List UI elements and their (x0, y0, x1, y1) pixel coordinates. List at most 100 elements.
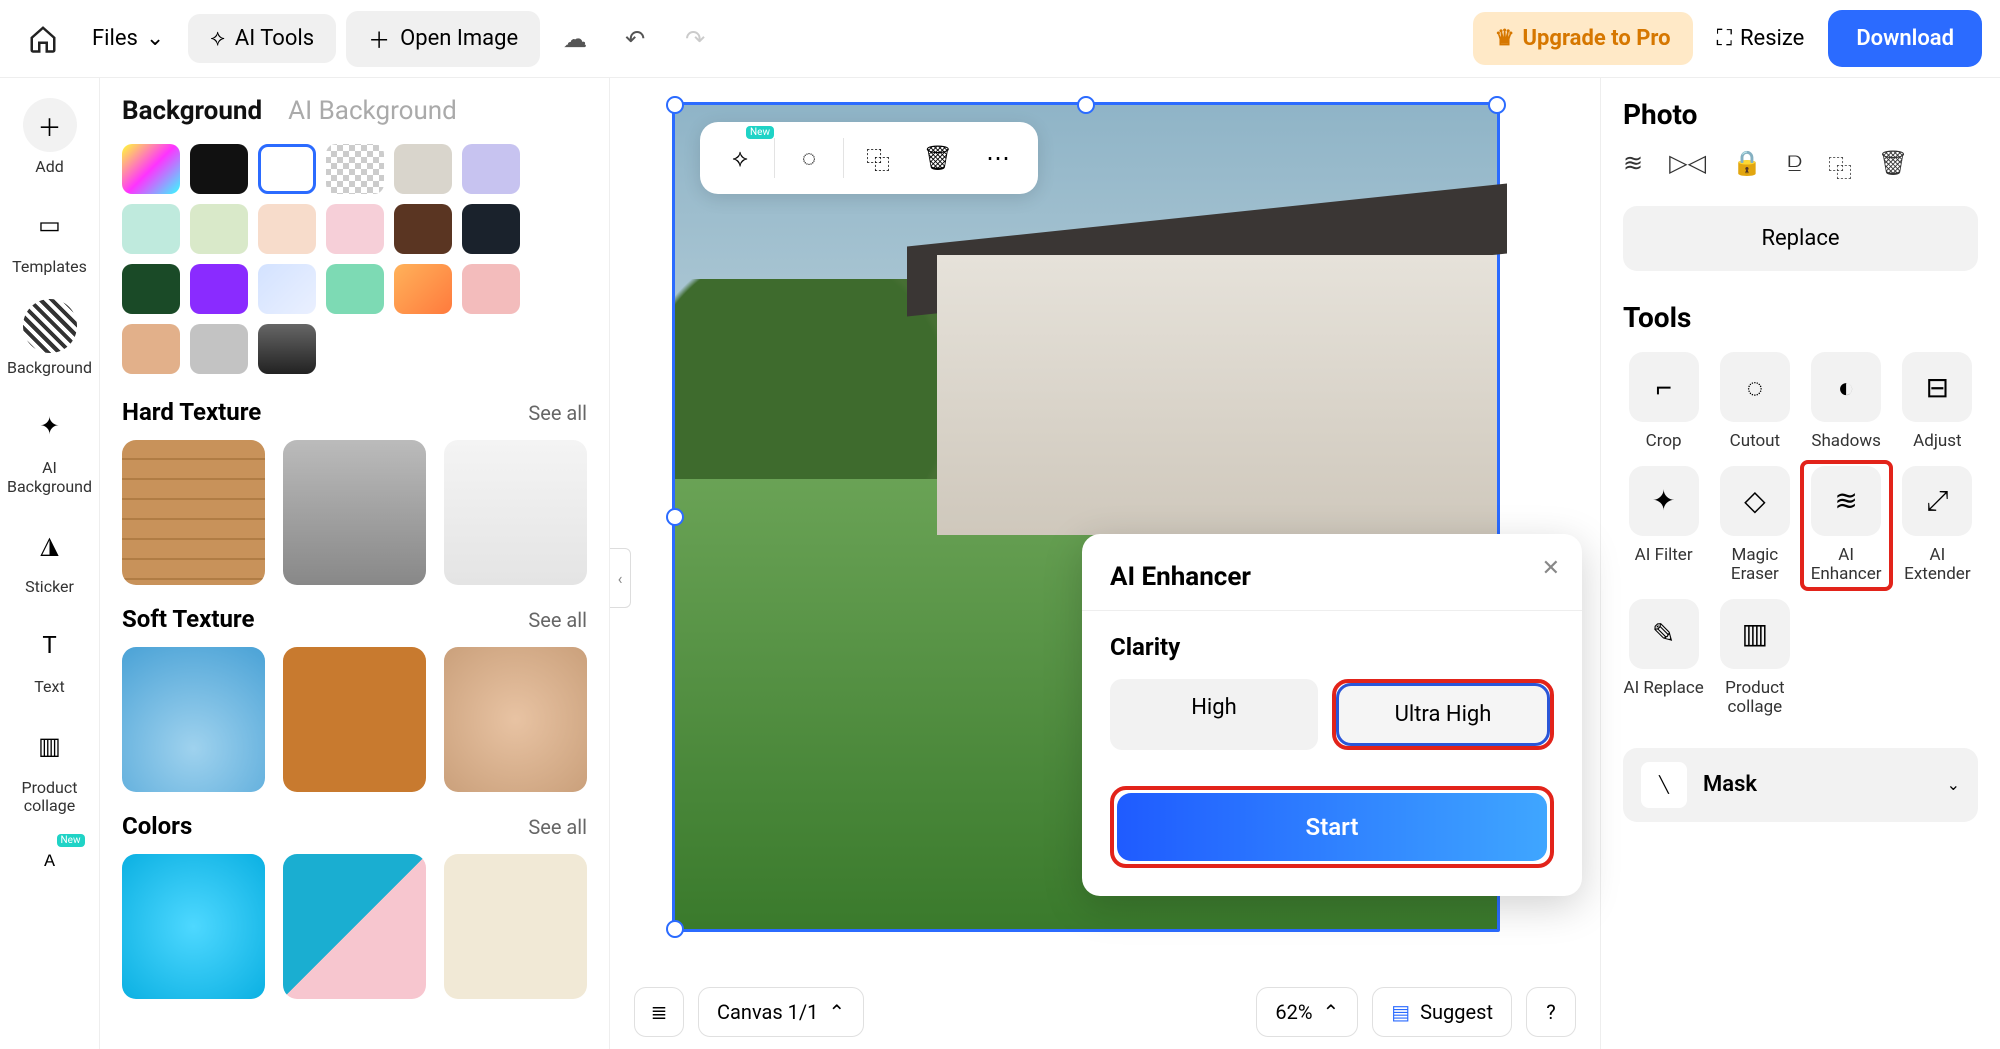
texture-water[interactable] (122, 647, 265, 792)
color-swatch[interactable] (122, 324, 180, 374)
undo-button[interactable]: ↶ (610, 14, 660, 64)
color-swatch[interactable] (326, 264, 384, 314)
color-swatch[interactable] (462, 144, 520, 194)
ai-tools-button[interactable]: ⟡ AI Tools (188, 14, 336, 63)
see-all-colors[interactable]: See all (528, 815, 587, 839)
suggest-button[interactable]: ▤ Suggest (1372, 987, 1512, 1037)
start-button[interactable]: Start (1117, 793, 1547, 861)
nav-add[interactable]: ＋ Add (5, 88, 95, 186)
upgrade-button[interactable]: ♛ Upgrade to Pro (1473, 12, 1693, 65)
tool-magic-eraser[interactable]: ◇Magic Eraser (1714, 466, 1795, 585)
color-swatch[interactable] (326, 144, 384, 194)
files-label: Files (92, 26, 138, 51)
help-button[interactable]: ? (1526, 987, 1576, 1037)
tool-crop[interactable]: ⌐Crop (1623, 352, 1704, 452)
duplicate-icon[interactable]: ⿻ (1828, 149, 1852, 184)
handle-tr[interactable] (1488, 96, 1506, 114)
color-swatch[interactable] (122, 264, 180, 314)
tool-ai-enhancer[interactable]: ≋AI Enhancer (1802, 462, 1891, 589)
tool-adjust[interactable]: ⊟Adjust (1897, 352, 1978, 452)
panel-collapse-toggle[interactable]: ‹ (610, 548, 631, 608)
texture-concrete[interactable] (283, 440, 426, 585)
texture-marble[interactable] (444, 440, 587, 585)
toolbar-cutout-button[interactable]: ◌ (783, 132, 835, 184)
nav-templates[interactable]: ▭ Templates (5, 188, 95, 286)
tool-shadows[interactable]: ◐Shadows (1806, 352, 1887, 452)
trash-icon[interactable]: 🗑 (1878, 149, 1908, 184)
toolbar-delete-button[interactable]: 🗑 (912, 132, 964, 184)
clarity-ultra-high[interactable]: Ultra High (1339, 686, 1547, 743)
tool-product-collage[interactable]: ▥Product collage (1714, 599, 1795, 718)
texture-silk[interactable] (444, 647, 587, 792)
nav-ai-text[interactable]: ᴬ New (5, 828, 95, 902)
see-all-soft[interactable]: See all (528, 608, 587, 632)
tools-heading: Tools (1623, 301, 1978, 334)
tool-cutout[interactable]: ◌Cutout (1714, 352, 1795, 452)
toolbar-duplicate-button[interactable]: ⿻ (852, 132, 904, 184)
layers-button[interactable]: ≣ (634, 987, 684, 1037)
redo-button[interactable]: ↷ (670, 14, 720, 64)
nav-background[interactable]: Background (5, 289, 95, 387)
download-button[interactable]: Download (1828, 10, 1982, 67)
color-swatch[interactable] (326, 204, 384, 254)
nav-product-collage[interactable]: ▥ Product collage (5, 709, 95, 826)
handle-tm[interactable] (1077, 96, 1095, 114)
tool-ai-replace[interactable]: ✎AI Replace (1623, 599, 1704, 718)
flip-icon[interactable]: ▷◁ (1669, 149, 1706, 184)
color-swatch[interactable] (122, 144, 180, 194)
color-swatch[interactable] (394, 144, 452, 194)
open-image-button[interactable]: ＋ Open Image (346, 11, 540, 67)
color-cyan[interactable] (122, 854, 265, 999)
color-swatch[interactable] (258, 144, 316, 194)
color-swatch[interactable] (258, 264, 316, 314)
tool-ai-extender[interactable]: ⤢AI Extender (1897, 466, 1978, 585)
color-swatch[interactable] (394, 204, 452, 254)
lock-icon[interactable]: 🔒 (1732, 149, 1762, 184)
tab-background[interactable]: Background (122, 96, 262, 126)
nav-sticker[interactable]: ◮ Sticker (5, 508, 95, 606)
ai-enhancer-icon: ≋ (1811, 466, 1881, 536)
color-swatch[interactable] (258, 324, 316, 374)
paint-icon[interactable]: ⫒ (1788, 149, 1802, 184)
texture-wood[interactable] (122, 440, 265, 585)
ai-tools-label: AI Tools (235, 26, 314, 51)
color-swatch[interactable] (462, 204, 520, 254)
nav-ai-background[interactable]: ✦ AI Background (5, 389, 95, 506)
resize-label: Resize (1740, 26, 1804, 51)
color-swatch[interactable] (122, 204, 180, 254)
resize-button[interactable]: ⛶ Resize (1703, 14, 1819, 63)
color-swatch[interactable] (190, 264, 248, 314)
layers-icon[interactable]: ≋ (1623, 149, 1643, 184)
handle-ml[interactable] (666, 508, 684, 526)
handle-tl[interactable] (666, 96, 684, 114)
see-all-hard[interactable]: See all (528, 401, 587, 425)
popover-close-button[interactable]: ✕ (1542, 556, 1560, 581)
text-icon: T (23, 618, 77, 672)
colors-heading: Colors (122, 812, 192, 840)
canvas-indicator[interactable]: Canvas 1/1 ⌃ (698, 987, 864, 1037)
color-pink-blue[interactable] (283, 854, 426, 999)
replace-button[interactable]: Replace (1623, 206, 1978, 271)
color-swatch[interactable] (190, 324, 248, 374)
cloud-sync-icon[interactable]: ☁ (550, 14, 600, 64)
color-swatch[interactable] (190, 144, 248, 194)
color-swatch[interactable] (462, 264, 520, 314)
nav-text[interactable]: T Text (5, 608, 95, 706)
color-swatch[interactable] (190, 204, 248, 254)
files-dropdown[interactable]: Files ⌄ (78, 16, 178, 61)
home-button[interactable] (18, 14, 68, 64)
sticker-icon: ◮ (23, 518, 77, 572)
mask-row[interactable]: ╲ Mask ⌄ (1623, 748, 1978, 822)
toolbar-more-button[interactable]: ⋯ (972, 132, 1024, 184)
color-swatch[interactable] (258, 204, 316, 254)
handle-bl[interactable] (666, 920, 684, 938)
tool-ai-filter[interactable]: ✦AI Filter (1623, 466, 1704, 585)
download-label: Download (1856, 26, 1954, 51)
tab-ai-background[interactable]: AI Background (288, 96, 457, 126)
zoom-indicator[interactable]: 62% ⌃ (1256, 987, 1358, 1037)
toolbar-ai-button[interactable]: ⟡ New (714, 132, 766, 184)
color-cream[interactable] (444, 854, 587, 999)
texture-leather[interactable] (283, 647, 426, 792)
color-swatch[interactable] (394, 264, 452, 314)
clarity-high[interactable]: High (1110, 679, 1318, 750)
